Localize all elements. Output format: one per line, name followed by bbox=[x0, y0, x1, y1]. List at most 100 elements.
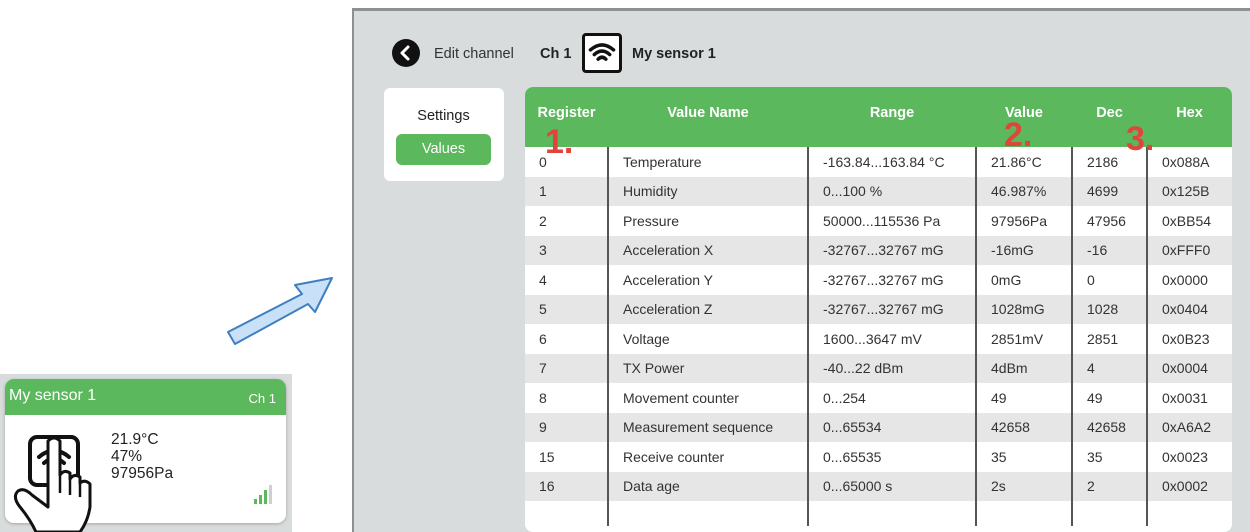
cell-dec: 0 bbox=[1071, 265, 1147, 295]
cell-hex: 0xA6A2 bbox=[1146, 412, 1232, 442]
table-filler-row bbox=[525, 501, 1232, 526]
channel-label: Ch 1 bbox=[540, 46, 572, 62]
cell-hex: 0x088A bbox=[1146, 147, 1232, 177]
annotation-marker: 1. bbox=[545, 123, 574, 161]
table-row: 9 Measurement sequence 0...65534 42658 42658… bbox=[525, 412, 1232, 442]
cell-value: -16mG bbox=[975, 235, 1072, 265]
cell-value: 1028mG bbox=[975, 294, 1072, 324]
pointing-hand-icon bbox=[13, 436, 92, 532]
cell-register: 2 bbox=[525, 206, 608, 236]
cell-dec: 2851 bbox=[1071, 324, 1147, 354]
cell-dec: 4699 bbox=[1071, 176, 1147, 206]
table-body: 0 Temperature -163.84...163.84 °C 21.86°C 21… bbox=[525, 147, 1232, 526]
cell-hex: 0xFFF0 bbox=[1146, 235, 1232, 265]
table-row: 4 Acceleration Y -32767...32767 mG 0mG 0 0x00… bbox=[525, 265, 1232, 295]
edit-channel-label: Edit channel bbox=[434, 46, 514, 62]
cell-value: 2851mV bbox=[975, 324, 1072, 354]
cell-hex: 0x0023 bbox=[1146, 442, 1232, 472]
cell-hex: 0x0404 bbox=[1146, 294, 1232, 324]
cell-name: Voltage bbox=[607, 324, 808, 354]
cell-name: Data age bbox=[607, 471, 808, 501]
cell-value: 4dBm bbox=[975, 353, 1072, 383]
cell-hex: 0x125B bbox=[1146, 176, 1232, 206]
table-row: 6 Voltage 1600...3647 mV 2851mV 2851 0x0B23 bbox=[525, 324, 1232, 354]
cell-register: 4 bbox=[525, 265, 608, 295]
filler-cell bbox=[975, 501, 1072, 526]
cell-hex: 0x0B23 bbox=[1146, 324, 1232, 354]
cell-register: 5 bbox=[525, 294, 608, 324]
cell-hex: 0x0002 bbox=[1146, 471, 1232, 501]
cell-range: -40...22 dBm bbox=[807, 353, 976, 383]
cell-register: 8 bbox=[525, 383, 608, 413]
filler-cell bbox=[807, 501, 976, 526]
cell-range: 0...65535 bbox=[807, 442, 976, 472]
table-row: 1 Humidity 0...100 % 46.987% 4699 0x125B bbox=[525, 176, 1232, 206]
cell-value: 42658 bbox=[975, 412, 1072, 442]
cell-name: Acceleration Y bbox=[607, 265, 808, 295]
cell-register: 6 bbox=[525, 324, 608, 354]
cell-name: Acceleration X bbox=[607, 235, 808, 265]
cell-name: TX Power bbox=[607, 353, 808, 383]
cell-name: Receive counter bbox=[607, 442, 808, 472]
filler-cell bbox=[607, 501, 808, 526]
signal-strength-icon bbox=[254, 485, 272, 504]
cell-value: 49 bbox=[975, 383, 1072, 413]
cell-hex: 0x0004 bbox=[1146, 353, 1232, 383]
sensor-card-header: My sensor 1 Ch 1 bbox=[5, 379, 286, 415]
cell-name: Movement counter bbox=[607, 383, 808, 413]
card-pressure: 97956Pa bbox=[111, 465, 174, 482]
cell-dec: 1028 bbox=[1071, 294, 1147, 324]
cell-value: 97956Pa bbox=[975, 206, 1072, 236]
cell-register: 7 bbox=[525, 353, 608, 383]
cell-range: -163.84...163.84 °C bbox=[807, 147, 976, 177]
cell-name: Acceleration Z bbox=[607, 294, 808, 324]
cell-range: 50000...115536 Pa bbox=[807, 206, 976, 236]
back-button[interactable] bbox=[392, 39, 420, 67]
cell-range: 0...100 % bbox=[807, 176, 976, 206]
cell-name: Measurement sequence bbox=[607, 412, 808, 442]
cell-dec: 42658 bbox=[1071, 412, 1147, 442]
cell-range: -32767...32767 mG bbox=[807, 235, 976, 265]
sensor-name-label: My sensor 1 bbox=[632, 46, 716, 62]
cell-dec: 47956 bbox=[1071, 206, 1147, 236]
cell-register: 9 bbox=[525, 412, 608, 442]
cell-value: 35 bbox=[975, 442, 1072, 472]
cell-dec: -16 bbox=[1071, 235, 1147, 265]
arrow-icon bbox=[227, 277, 333, 345]
column-header: Value Name bbox=[667, 105, 749, 121]
table-row: 2 Pressure 50000...115536 Pa 97956Pa 47956 0x… bbox=[525, 206, 1232, 236]
cell-name: Pressure bbox=[607, 206, 808, 236]
cell-hex: 0xBB54 bbox=[1146, 206, 1232, 236]
cell-value: 2s bbox=[975, 471, 1072, 501]
cell-hex: 0x0000 bbox=[1146, 265, 1232, 295]
sidebar: Settings Values bbox=[384, 88, 504, 181]
sidebar-item-settings[interactable]: Settings bbox=[396, 101, 491, 132]
filler-cell bbox=[1071, 501, 1147, 526]
cell-name: Humidity bbox=[607, 176, 808, 206]
cell-dec: 2 bbox=[1071, 471, 1147, 501]
cell-range: -32767...32767 mG bbox=[807, 265, 976, 295]
filler-cell bbox=[525, 501, 608, 526]
column-header: Hex bbox=[1176, 105, 1203, 121]
cell-register: 3 bbox=[525, 235, 608, 265]
table-row: 7 TX Power -40...22 dBm 4dBm 4 0x0004 bbox=[525, 353, 1232, 383]
sensor-card-title: My sensor 1 bbox=[9, 387, 97, 404]
wifi-sensor-icon bbox=[582, 33, 622, 73]
cell-register: 15 bbox=[525, 442, 608, 472]
cell-register: 16 bbox=[525, 471, 608, 501]
cell-dec: 4 bbox=[1071, 353, 1147, 383]
cell-range: 0...254 bbox=[807, 383, 976, 413]
cell-dec: 35 bbox=[1071, 442, 1147, 472]
table-row: 15 Receive counter 0...65535 35 35 0x0023 bbox=[525, 442, 1232, 472]
cell-value: 0mG bbox=[975, 265, 1072, 295]
edit-channel-panel: Edit channel Ch 1 My sensor 1 Settings V… bbox=[352, 8, 1250, 532]
cell-dec: 49 bbox=[1071, 383, 1147, 413]
cell-value: 46.987% bbox=[975, 176, 1072, 206]
cell-range: 0...65000 s bbox=[807, 471, 976, 501]
cell-hex: 0x0031 bbox=[1146, 383, 1232, 413]
sensor-card-values: 21.9°C 47% 97956Pa bbox=[111, 431, 173, 482]
cell-name: Temperature bbox=[607, 147, 808, 177]
sidebar-item-values[interactable]: Values bbox=[396, 134, 491, 165]
card-temperature: 21.9°C bbox=[111, 431, 159, 448]
table-row: 3 Acceleration X -32767...32767 mG -16mG -16… bbox=[525, 235, 1232, 265]
